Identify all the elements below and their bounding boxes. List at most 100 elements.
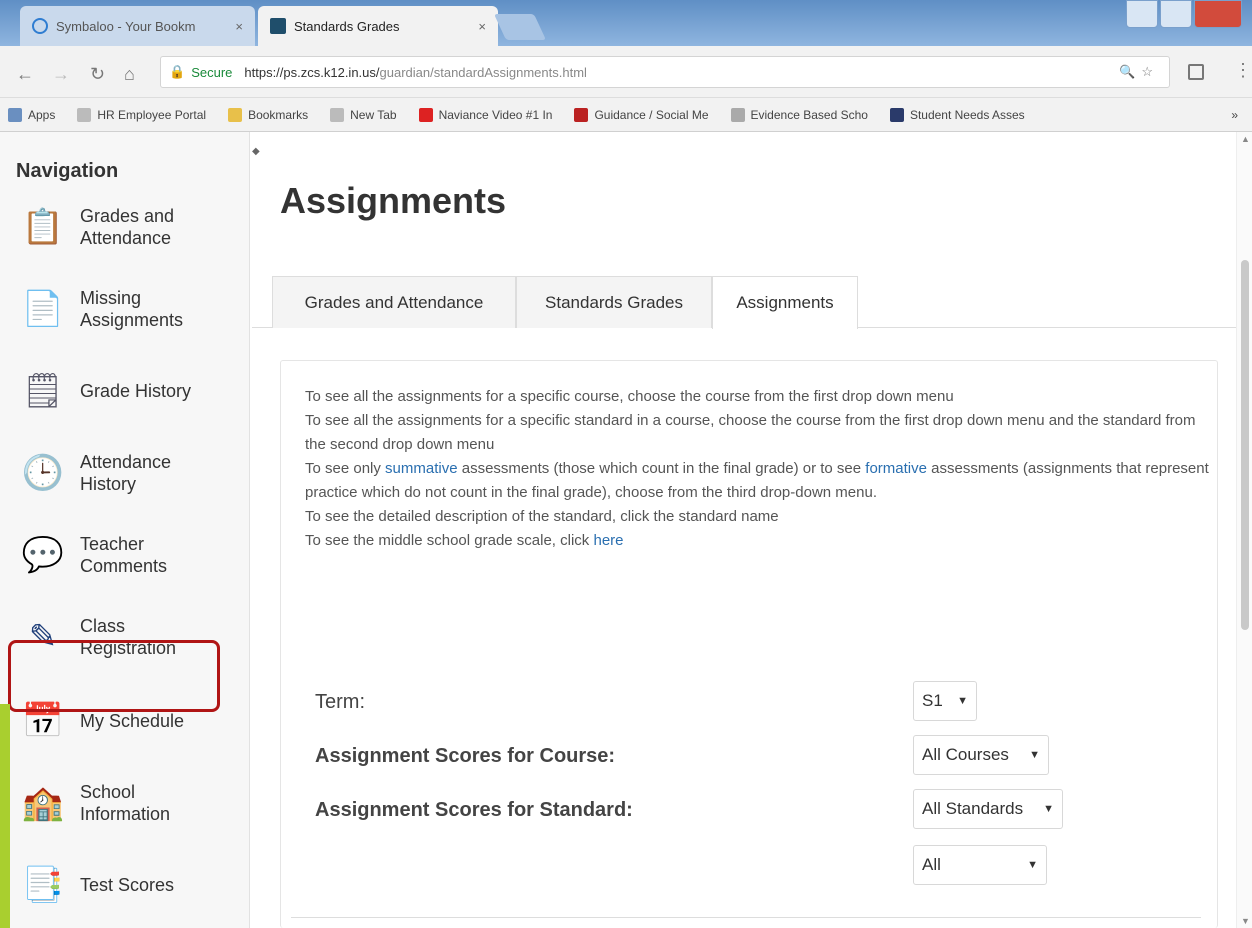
grade-scale-link[interactable]: here (593, 532, 623, 549)
sidebar: Navigation 📋 Grades and Attendance 📄 Missin… (0, 132, 250, 928)
page-icon (77, 107, 92, 122)
page-scrollbar[interactable]: ▲ ▼ (1236, 132, 1252, 928)
address-toolbar: ← → ↻ ⌂ 🔒 Secure https://ps.zcs.k12.in.u… (0, 46, 1252, 98)
extension-icon[interactable] (1188, 64, 1204, 80)
dropdown-caret-icon: ▼ (1029, 749, 1040, 761)
zoom-and-star-icons[interactable]: 🔍☆ (1119, 64, 1159, 80)
missing-assignments-icon: 📄 (21, 290, 65, 328)
minimize-button[interactable] (1126, 0, 1158, 28)
sidebar-item-label: Teacher Comments (80, 534, 168, 576)
attendance-history-icon: 🕒 (21, 454, 65, 492)
tab-grades-and-attendance[interactable]: Grades and Attendance (272, 276, 516, 328)
lock-icon: 🔒 (169, 64, 186, 79)
forward-arrow-icon[interactable]: → (52, 64, 70, 85)
standard-filter-label: Assignment Scores for Standard: (315, 799, 633, 821)
sidebar-heading: Navigation (16, 160, 119, 182)
close-window-button[interactable] (1194, 0, 1242, 28)
new-tab-button[interactable] (493, 14, 547, 40)
sidebar-item-label: Grade History (80, 381, 192, 401)
youtube-icon (418, 107, 433, 122)
page-icon (330, 107, 345, 122)
tab-assignments[interactable]: Assignments (712, 276, 858, 329)
close-tab-icon[interactable]: × (235, 19, 243, 34)
standard-select[interactable]: All Standards ▼ (913, 789, 1063, 829)
content-tabs: Grades and Attendance Standards Grades A… (252, 276, 1242, 329)
bookmark-item[interactable]: Naviance Video #1 In (418, 107, 552, 122)
assignments-panel: To see all the assignments for a specifi… (280, 360, 1218, 928)
scroll-down-icon[interactable]: ▼ (1241, 916, 1250, 926)
page-title: Assignments (280, 180, 507, 221)
sidebar-item-label: School Information (80, 782, 171, 824)
class-registration-highlight (8, 640, 220, 712)
scroll-up-icon[interactable]: ▲ (1241, 134, 1250, 144)
course-filter-label: Assignment Scores for Course: (315, 745, 616, 767)
sidebar-item-label: Missing Assignments (80, 288, 184, 330)
bookmarks-overflow-icon[interactable]: » (1231, 108, 1238, 122)
url-text: https://ps.zcs.k12.in.us/guardian/standa… (244, 64, 587, 80)
loading-icon (730, 107, 745, 122)
assessment-type-select[interactable]: All ▼ (913, 845, 1047, 885)
sidebar-item-attendance-history[interactable]: 🕒 Attendance History (18, 442, 238, 504)
sidebar-item-school-information[interactable]: 🏫 School Information (18, 772, 238, 834)
site-icon (889, 107, 904, 122)
dropdown-caret-icon: ▼ (1027, 859, 1038, 871)
bookmarks-bar: Apps HR Employee Portal Bookmarks New Tab Na… (0, 98, 1252, 132)
bookmark-item[interactable]: New Tab (330, 107, 397, 122)
tab-standards-grades[interactable]: Standards Grades (516, 276, 712, 328)
sidebar-item-test-scores[interactable]: 📑 Test Scores (18, 854, 238, 916)
folder-icon (228, 107, 243, 122)
maximize-button[interactable] (1160, 0, 1192, 28)
apps-grid-icon (8, 107, 22, 122)
symbaloo-favicon-icon (32, 18, 48, 34)
sidebar-item-grades-and-attendance[interactable]: 📋 Grades and Attendance (18, 196, 238, 258)
school-icon: 🏫 (21, 784, 65, 822)
tab-label: Standards Grades (294, 18, 400, 34)
bookmark-item[interactable]: Bookmarks (228, 107, 308, 122)
grade-history-icon: 🗒 (21, 372, 65, 410)
sidebar-item-missing-assignments[interactable]: 📄 Missing Assignments (18, 278, 238, 340)
summative-link[interactable]: summative (385, 460, 458, 477)
bookmark-item[interactable]: Guidance / Social Me (574, 107, 709, 122)
browser-tab-symbaloo[interactable]: Symbaloo - Your Bookm × (20, 6, 255, 46)
reload-icon[interactable]: ↻ (90, 64, 105, 85)
browser-menu-icon[interactable]: ⋮ (1234, 60, 1252, 81)
address-bar[interactable]: 🔒 Secure https://ps.zcs.k12.in.us/guardi… (160, 56, 1170, 88)
sidebar-item-label: Grades and Attendance (80, 206, 175, 248)
sidebar-item-grade-history[interactable]: 🗒 Grade History (18, 360, 238, 422)
window-controls (1126, 0, 1242, 28)
formative-link[interactable]: formative (865, 460, 927, 477)
dropdown-caret-icon: ▼ (957, 695, 968, 707)
powerschool-page: Navigation 📋 Grades and Attendance 📄 Missin… (0, 132, 1252, 928)
term-label: Term: (315, 691, 365, 713)
browser-tab-standards-grades[interactable]: Standards Grades × (258, 6, 498, 46)
instruction-line: To see the middle school grade scale, cl… (305, 532, 624, 549)
bookmark-item[interactable]: Evidence Based Scho (730, 107, 868, 122)
dropdown-caret-icon: ▼ (1043, 803, 1054, 815)
panel-divider (291, 917, 1201, 918)
instruction-line: To see all the assignments for a specifi… (305, 412, 1196, 453)
main-content: Assignments Grades and Attendance Standa… (252, 132, 1252, 928)
sidebar-item-label: Attendance History (80, 452, 172, 494)
site-icon (574, 107, 589, 122)
secure-label: Secure (191, 64, 233, 80)
powerschool-favicon-icon (270, 18, 286, 34)
course-select[interactable]: All Courses ▼ (913, 735, 1049, 775)
sidebar-item-label: Test Scores (80, 875, 175, 895)
scrollbar-thumb[interactable] (1241, 260, 1249, 630)
bookmark-item[interactable]: Apps (8, 107, 55, 122)
home-icon[interactable]: ⌂ (124, 64, 135, 85)
sidebar-item-label: My Schedule (80, 711, 185, 731)
bookmark-item[interactable]: HR Employee Portal (77, 107, 206, 122)
close-tab-icon[interactable]: × (478, 19, 486, 34)
grades-icon: 📋 (21, 208, 65, 246)
tab-label: Symbaloo - Your Bookm (56, 18, 196, 34)
instructions: To see all the assignments for a specifi… (305, 385, 1215, 553)
comments-icon: 💬 (21, 536, 65, 574)
browser-tabstrip: Symbaloo - Your Bookm × Standards Grades… (0, 0, 1252, 46)
term-select[interactable]: S1 ▼ (913, 681, 977, 721)
bookmark-item[interactable]: Student Needs Asses (889, 107, 1025, 122)
instruction-line: To see all the assignments for a specifi… (305, 388, 954, 405)
back-arrow-icon[interactable]: ← (16, 64, 34, 85)
test-scores-icon: 📑 (21, 866, 65, 904)
sidebar-item-teacher-comments[interactable]: 💬 Teacher Comments (18, 524, 238, 586)
